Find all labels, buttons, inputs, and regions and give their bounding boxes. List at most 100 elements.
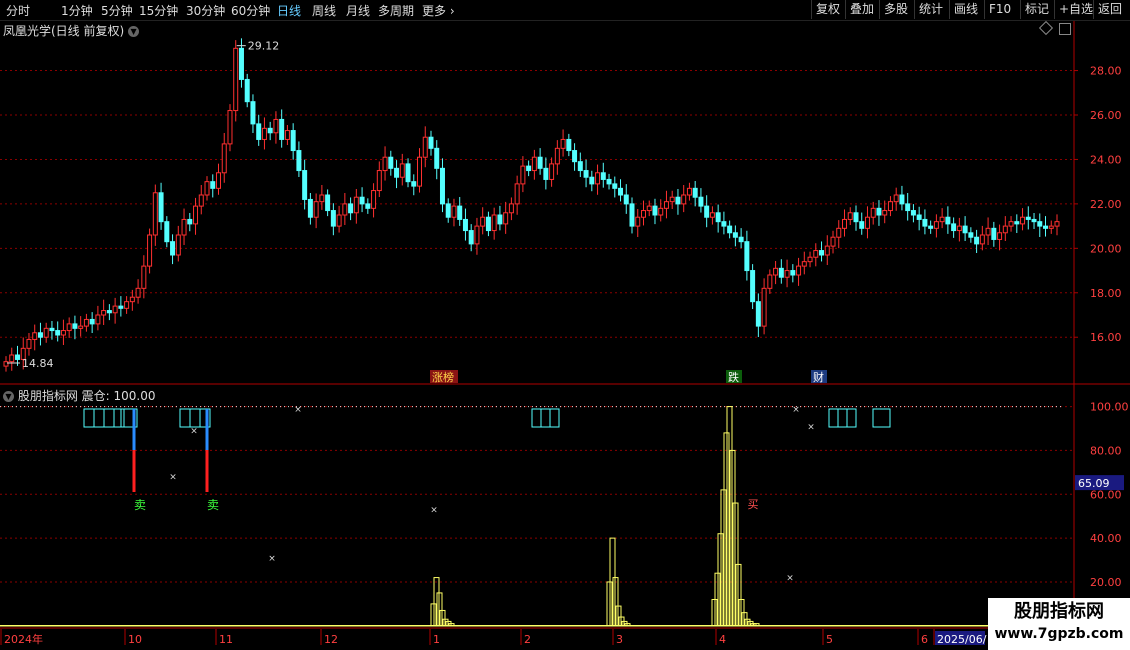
candle [577,152,583,177]
signal-box [103,408,115,428]
candle-body [445,203,451,218]
toolbar-button-1[interactable]: 叠加 [845,0,878,19]
candle-body [991,227,997,240]
candle [819,241,825,262]
candle [859,212,865,235]
candle-body [250,101,256,125]
toolbar-button-3[interactable]: 统计 [914,0,947,19]
tab-2[interactable]: 5分钟 [101,2,133,19]
toolbar-button-0[interactable]: 复权 [811,0,844,19]
toolbar-button-2[interactable]: 多股 [879,0,912,19]
candle [422,126,428,168]
tab-5[interactable]: 60分钟 [231,2,270,19]
candle-body [336,214,342,227]
candle-body [175,234,181,256]
candle-body [801,261,807,267]
candle-body [1014,221,1020,225]
candle [158,182,164,230]
signal-box [189,408,201,428]
candle-body [141,265,147,289]
candle [491,207,497,240]
candle-body [152,192,158,236]
candle [681,185,687,213]
toolbar-button-7[interactable]: +自选 [1054,0,1097,19]
candle-body [514,183,520,205]
candle-body [83,318,89,327]
toolbar-button-6[interactable]: 标记 [1020,0,1053,19]
tab-3[interactable]: 15分钟 [139,2,178,19]
candle [164,216,170,248]
candle [623,184,629,214]
candle-body [101,310,107,316]
candle-body [485,216,491,232]
candle [583,159,589,188]
candle-body [376,170,382,192]
x-axis-label: 3 [616,633,623,646]
candle-body [1031,218,1037,223]
candle [514,175,520,215]
tab-4[interactable]: 30分钟 [186,2,225,19]
tab-7[interactable]: 周线 [312,2,336,19]
candle-body [158,192,164,223]
candle [95,305,101,331]
candle [778,259,784,284]
chevron-down-icon[interactable]: ▼ [3,391,14,402]
candle [336,205,342,233]
toolbar-button-5[interactable]: F10 [984,0,1015,19]
tab-9[interactable]: 多周期 [378,2,414,19]
candle-body [663,201,669,209]
candle-body [830,236,836,247]
candle-body [60,330,66,336]
candle [985,217,991,245]
candle [1014,214,1020,233]
indicator-name: 股朋指标网 [17,389,78,403]
candle [411,174,417,196]
chevron-down-icon[interactable]: ▼ [128,26,140,37]
candle-body [124,301,130,309]
candle [761,278,767,335]
candle [497,205,503,231]
toolbar: 分时 1分钟 5分钟 15分钟 30分钟 60分钟 日线 周线 月线 多周期 更多 › 复权 叠加 多股统… [0,0,1130,21]
signal-box [83,408,95,428]
candle [457,197,463,226]
candle [893,187,899,211]
candle [1054,214,1060,236]
candle-body [319,194,325,203]
candle [417,148,423,193]
tab-1[interactable]: 1分钟 [61,2,93,19]
panel-toggle-icon[interactable] [1059,23,1071,35]
candle [181,208,187,245]
cross-mark: × [792,405,800,415]
candle-body [307,198,313,218]
candle-body [382,156,388,172]
cross-mark: × [169,473,177,483]
price-tick-label: 16.00 [1090,331,1122,344]
candle [175,225,181,262]
candle-body [686,187,692,196]
toolbar-button-4[interactable]: 画线 [949,0,982,19]
tab-10[interactable]: 更多 › [422,2,455,19]
candle [273,111,279,144]
candle-body [577,161,583,172]
candle [468,224,474,252]
candle-body [164,221,170,243]
candle [922,209,928,235]
candle [66,317,72,338]
tab-6[interactable]: 日线 [277,2,301,19]
toolbar-button-8[interactable]: 返回 [1093,0,1126,19]
candle [1037,213,1043,237]
signal-box [93,408,105,428]
candle-body [135,287,141,298]
candle-body [882,210,888,216]
candle [1002,216,1008,241]
candle-body [244,78,250,103]
tab-0[interactable]: 分时 [6,2,30,19]
low-annotation: 14.84 [22,357,54,370]
indicator-title: ▼ 股朋指标网 震仓: 100.00 [3,387,156,404]
candle-body [405,163,411,183]
tab-8[interactable]: 月线 [346,2,370,19]
candle [434,140,440,180]
candle-body [78,325,84,329]
candle-body [325,194,331,212]
candle [899,185,905,211]
